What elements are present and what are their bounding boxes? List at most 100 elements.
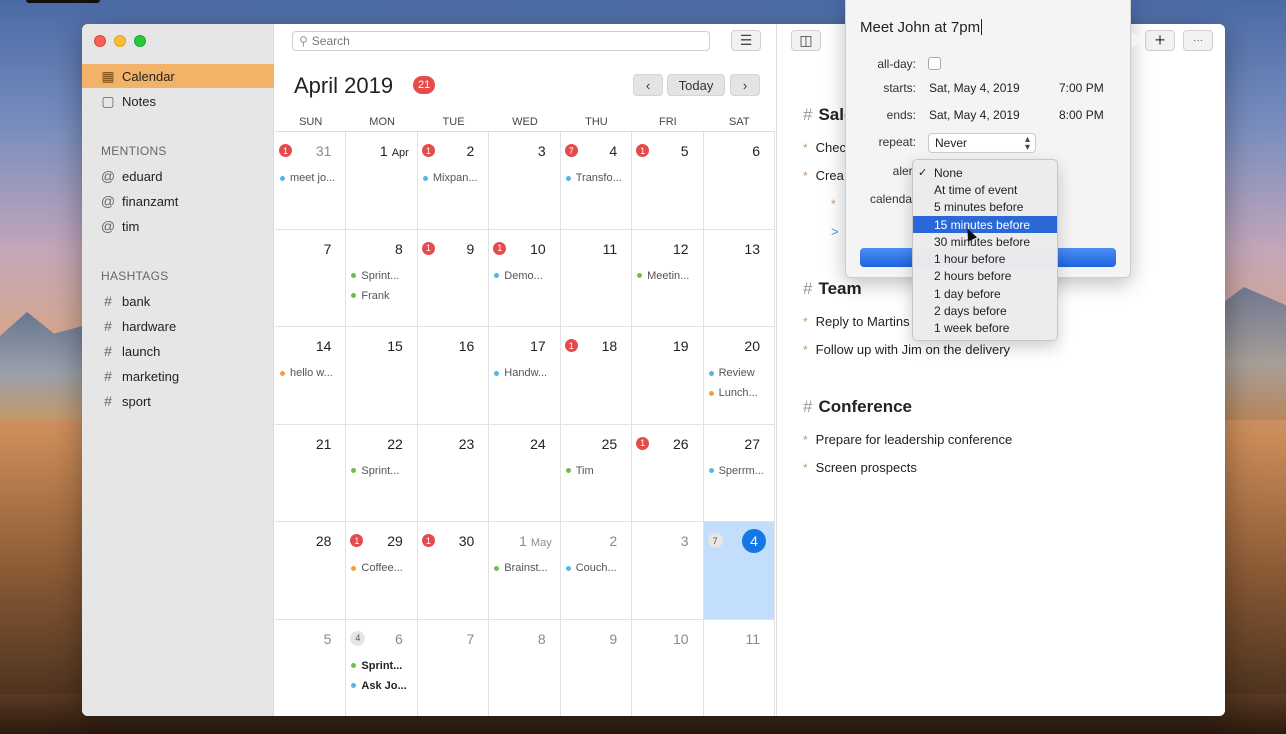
day-cell[interactable]: 19 [417,229,490,327]
sidebar-item-hashtag-launch[interactable]: # launch [82,339,274,363]
calendar-event[interactable]: Lunch... [708,387,758,399]
day-cell[interactable]: 28 [275,522,347,620]
calendar-event[interactable]: Coffee... [351,562,403,574]
calendar-event[interactable]: Demo... [494,270,543,282]
day-cell[interactable]: 21 [275,424,347,522]
note-item[interactable]: * Follow up with Jim on the delivery [803,342,1010,357]
sidebar-item-hashtag-marketing[interactable]: # marketing [82,364,274,388]
repeat-select[interactable]: Never ▴ ▾ [928,133,1036,153]
day-cell[interactable]: 1 Apr [346,132,418,230]
search-box[interactable]: ⚲ [292,31,710,51]
alert-option[interactable]: 1 day before [913,285,1057,302]
sidebar-item-calendar[interactable]: ▦ Calendar [82,64,274,88]
day-cell[interactable]: 1 10 Demo... [489,229,561,327]
note-item[interactable]: * Crea [803,168,844,183]
day-cell[interactable]: 2 Couch... [560,522,633,620]
day-cell[interactable]: 7 4 Transfo... [560,132,633,230]
day-cell[interactable]: 14 hello w... [275,327,347,425]
day-cell[interactable]: 23 [417,424,490,522]
calendar-event[interactable]: Tim [565,465,594,477]
day-cell[interactable]: 13 [703,229,775,327]
alert-option[interactable]: ✓ None [913,164,1057,181]
search-input[interactable] [311,34,702,48]
day-cell[interactable]: 7 [275,229,347,327]
calendar-event[interactable]: Sprint... [351,270,399,282]
day-cell[interactable]: 9 [561,619,633,716]
alert-option[interactable]: 1 hour before [913,250,1057,267]
calendar-event[interactable]: Meetin... [637,270,689,282]
calendar-event[interactable]: Review [708,367,755,379]
day-cell[interactable]: 16 [417,327,490,425]
alert-option[interactable]: At time of event [913,181,1057,198]
day-cell[interactable]: 11 [560,229,633,327]
note-item[interactable]: * Reply to Martins [803,314,910,329]
calendar-event[interactable]: Ask Jo... [351,680,407,692]
day-cell[interactable]: 1 18 [560,327,633,425]
sidebar-item-hashtag-hardware[interactable]: # hardware [82,314,274,338]
note-item[interactable]: * Prepare for leadership conference [803,432,1012,447]
calendar-event[interactable]: Sperrm... [708,465,764,477]
allday-checkbox[interactable] [928,57,941,70]
day-cell[interactable]: 27 Sperrm... [703,424,775,522]
alert-option[interactable]: 15 minutes before [913,215,1057,234]
day-cell[interactable]: 8 Sprint... Frank [346,229,418,327]
previous-month-button[interactable]: ‹ [633,74,663,96]
day-cell[interactable]: 8 [489,619,561,716]
ends-date-field[interactable]: Sat, May 4, 2019 [929,108,1020,122]
day-cell[interactable]: 15 [632,132,704,230]
minimize-window-button[interactable] [114,35,126,47]
day-cell[interactable]: 12 Meetin... [632,229,704,327]
calendar-event[interactable]: meet jo... [280,172,335,184]
sidebar-item-hashtag-bank[interactable]: # bank [82,289,274,313]
day-cell[interactable]: 1 2 Mixpan... [417,132,490,230]
day-cell[interactable]: 3 [489,132,561,230]
sidebar-item-notes[interactable]: ▢ Notes [82,89,274,113]
day-cell[interactable]: 24 [489,424,561,522]
day-cell[interactable]: 1 29 Coffee... [346,522,418,620]
list-view-button[interactable]: ☰ [731,30,761,51]
calendar-event[interactable]: Sprint... [351,465,399,477]
sidebar-item-hashtag-sport[interactable]: # sport [82,389,274,413]
day-cell[interactable]: 1 May Brainst... [489,522,561,620]
day-cell[interactable]: 5 [275,619,347,716]
day-cell[interactable]: 1 31 meet jo... [275,132,347,230]
ends-time-field[interactable]: 8:00 PM [1059,108,1104,122]
day-cell[interactable]: 1 26 [632,424,704,522]
day-cell[interactable]: 6 [703,132,775,230]
day-cell[interactable]: 17 Handw... [489,327,561,425]
note-item[interactable]: * Chec [803,140,846,155]
day-cell[interactable]: 25 Tim [560,424,633,522]
day-cell[interactable]: 15 [346,327,418,425]
more-options-button[interactable]: ··· [1183,30,1213,51]
day-cell[interactable]: 1 30 [417,522,490,620]
zoom-window-button[interactable] [134,35,146,47]
calendar-event[interactable]: Couch... [565,562,617,574]
day-cell[interactable]: 7 [418,619,490,716]
starts-time-field[interactable]: 7:00 PM [1059,81,1104,95]
alert-option[interactable]: 30 minutes before [913,233,1057,250]
sidebar-item-mention-eduard[interactable]: @ eduard [82,164,274,188]
close-window-button[interactable] [94,35,106,47]
alert-option[interactable]: 1 week before [913,320,1057,337]
day-cell[interactable]: 4 6 Sprint... Ask Jo... [346,619,418,716]
day-cell[interactable]: 20 Review Lunch... [703,327,775,425]
day-cell[interactable]: 10 [632,619,704,716]
calendar-event[interactable]: Mixpan... [422,172,478,184]
alert-option[interactable]: 2 days before [913,302,1057,319]
day-cell[interactable]: 19 [632,327,704,425]
alert-option[interactable]: 5 minutes before [913,199,1057,216]
calendar-event[interactable]: Brainst... [494,562,548,574]
calendar-event[interactable]: Frank [351,290,390,302]
note-subitem-link[interactable]: > [831,224,839,239]
sidebar-item-mention-finanzamt[interactable]: @ finanzamt [82,189,274,213]
day-cell[interactable]: 22 Sprint... [346,424,418,522]
calendar-event[interactable]: hello w... [280,367,333,379]
today-button[interactable]: Today [667,74,725,96]
next-month-button[interactable]: › [730,74,760,96]
calendar-event[interactable]: Sprint... [351,660,402,672]
add-button[interactable]: + [1145,30,1175,51]
toggle-panel-button[interactable]: ◫ [791,30,821,51]
calendar-event[interactable]: Transfo... [565,172,622,184]
note-subitem[interactable]: * [831,196,844,211]
calendar-event[interactable]: Handw... [494,367,547,379]
